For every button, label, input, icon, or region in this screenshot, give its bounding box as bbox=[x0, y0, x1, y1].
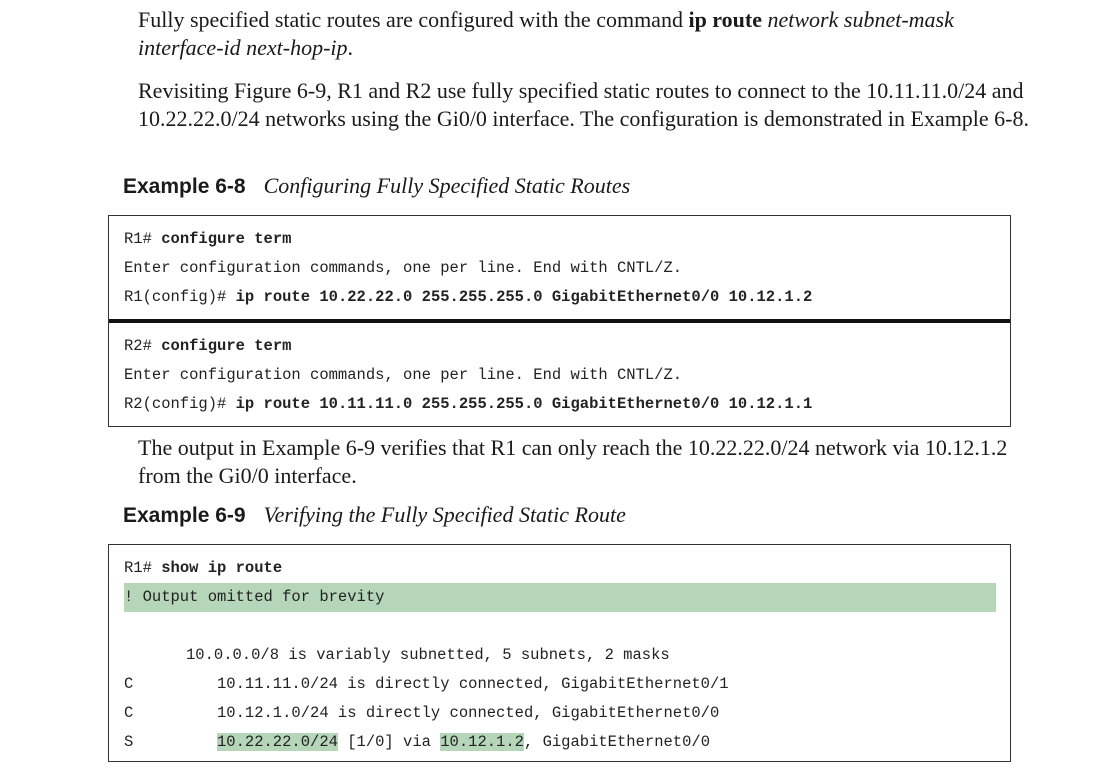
r2-config-block: R2# configure term Enter configuration c… bbox=[109, 319, 1010, 426]
example-caption: Configuring Fully Specified Static Route… bbox=[263, 173, 631, 198]
code-line: R2# configure term bbox=[124, 337, 292, 355]
code-line: Enter configuration commands, one per li… bbox=[124, 259, 683, 277]
code-block-example-6-8: R1# configure term Enter configuration c… bbox=[108, 215, 1011, 427]
route-text: 10.12.1.0/24 is directly connected, Giga… bbox=[217, 704, 720, 722]
highlighted-network: 10.22.22.0/24 bbox=[217, 733, 338, 751]
code-line: R1(config)# ip route 10.22.22.0 255.255.… bbox=[124, 288, 813, 306]
r1-config-block: R1# configure term Enter configuration c… bbox=[109, 216, 1010, 319]
example-number: Example 6-8 bbox=[123, 175, 246, 198]
code-line: R1# configure term bbox=[124, 230, 292, 248]
code-line: R1# show ip route bbox=[124, 559, 283, 577]
intro-paragraph: Fully specified static routes are config… bbox=[138, 7, 954, 60]
figure-reference-paragraph: Revisiting Figure 6-9, R1 and R2 use ful… bbox=[138, 78, 1030, 131]
route-code: C bbox=[124, 675, 134, 693]
example-6-8-title: Example 6-8 Configuring Fully Specified S… bbox=[123, 172, 630, 201]
route-code: C bbox=[124, 704, 134, 722]
code-line: Enter configuration commands, one per li… bbox=[124, 366, 683, 384]
example-6-9-title: Example 6-9 Verifying the Fully Specified… bbox=[123, 501, 626, 530]
show-ip-route-output: R1# show ip route ! Output omitted for b… bbox=[109, 545, 1010, 764]
code-line: R2(config)# ip route 10.11.11.0 255.255.… bbox=[124, 395, 813, 413]
route-entry: C 10.11.11.0/24 is directly connected, Gi… bbox=[124, 670, 996, 699]
route-code: S bbox=[124, 733, 134, 751]
route-text: 10.11.11.0/24 is directly connected, Gig… bbox=[217, 675, 729, 693]
command-keyword: ip route bbox=[688, 7, 762, 32]
omitted-output-comment: ! Output omitted for brevity bbox=[124, 583, 996, 612]
subnet-summary-line: 10.0.0.0/8 is variably subnetted, 5 subn… bbox=[186, 646, 670, 664]
static-route-entry: S 10.22.22.0/24 [1/0] via 10.12.1.2, Giga… bbox=[124, 728, 996, 757]
verification-paragraph: The output in Example 6-9 verifies that … bbox=[138, 435, 1008, 488]
route-entry: C 10.12.1.0/24 is directly connected, Gig… bbox=[124, 699, 996, 728]
code-block-example-6-9: R1# show ip route ! Output omitted for b… bbox=[108, 544, 1011, 762]
example-number: Example 6-9 bbox=[123, 504, 246, 527]
highlighted-next-hop: 10.12.1.2 bbox=[440, 733, 524, 751]
example-caption: Verifying the Fully Specified Static Rou… bbox=[263, 502, 626, 527]
